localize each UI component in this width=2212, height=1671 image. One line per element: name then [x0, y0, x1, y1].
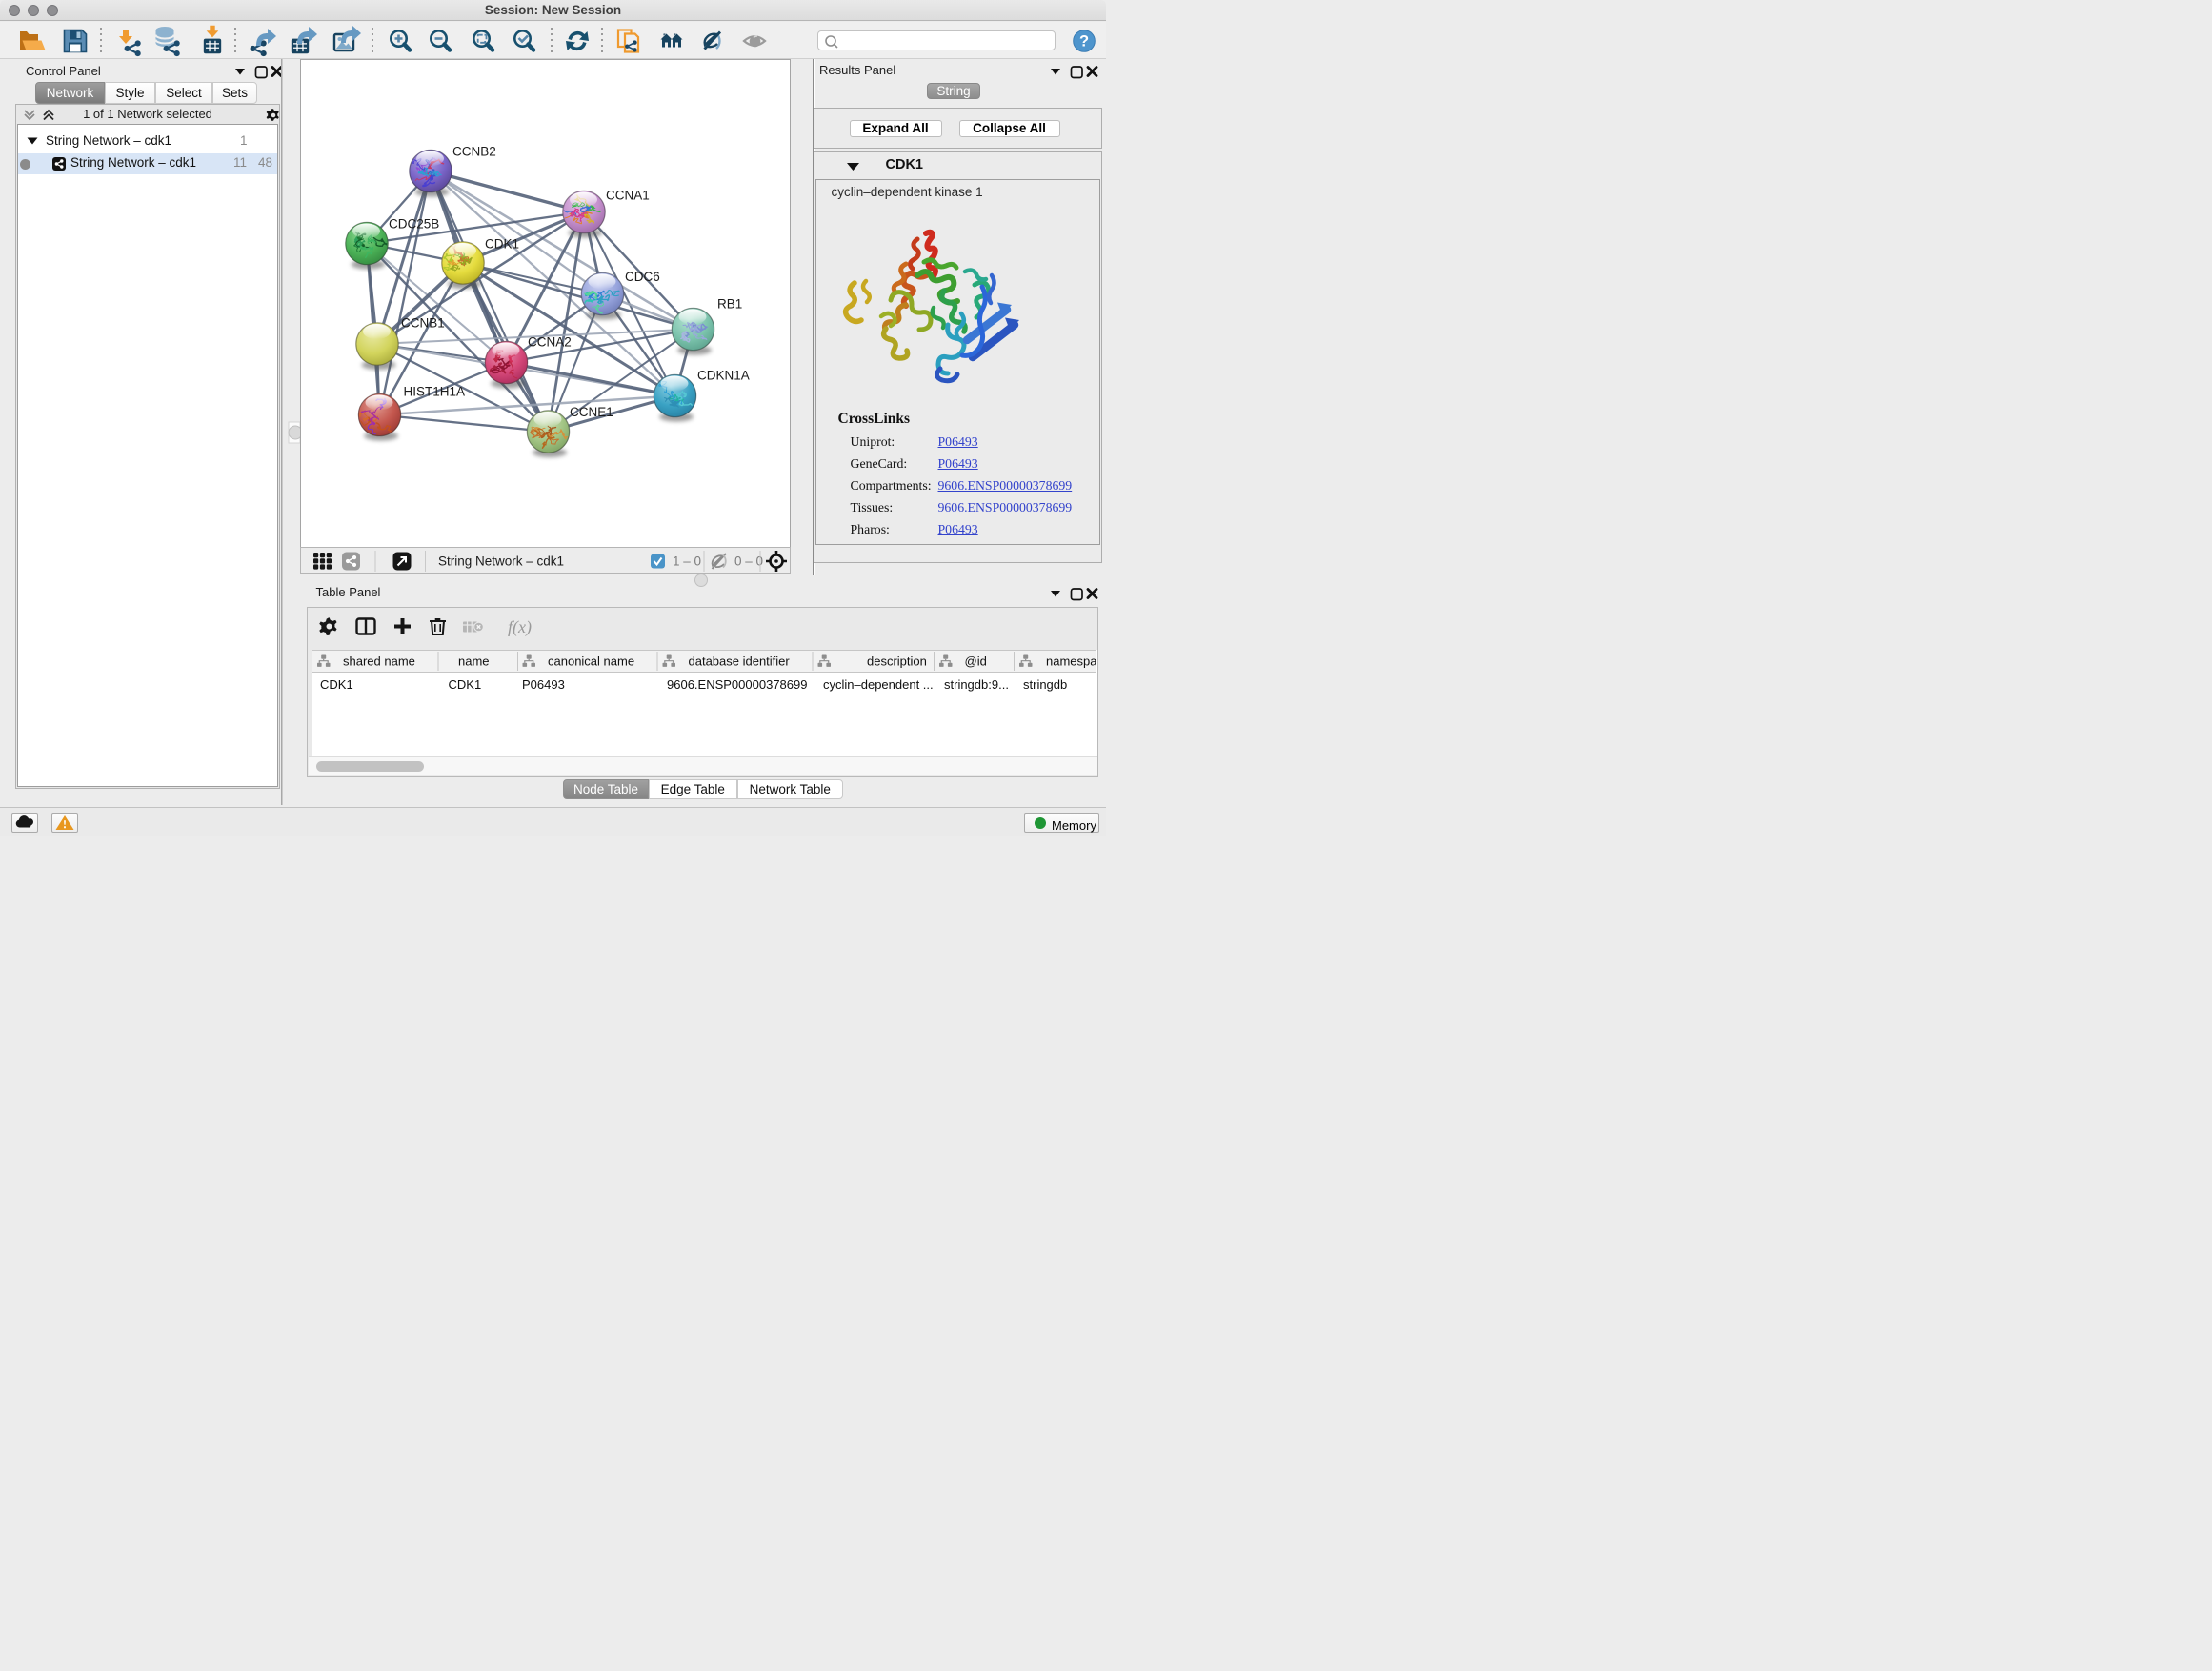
svg-text:HIST1H1A: HIST1H1A: [404, 384, 466, 398]
svg-text:CCNA1: CCNA1: [606, 188, 650, 202]
svg-text:RB1: RB1: [717, 296, 742, 311]
svg-text:@id: @id: [965, 654, 987, 668]
svg-text:CDC6: CDC6: [625, 270, 660, 284]
svg-text:database identifier: database identifier: [689, 654, 791, 668]
svg-text:CCNB1: CCNB1: [401, 315, 445, 330]
svg-text:f(x): f(x): [508, 617, 532, 637]
svg-text:CCNE1: CCNE1: [570, 405, 613, 419]
svg-text:description: description: [867, 654, 927, 668]
svg-text:stringdb: stringdb: [1023, 677, 1067, 692]
svg-text:String Network – cdk1: String Network – cdk1: [438, 554, 564, 568]
svg-text:name: name: [458, 654, 490, 668]
svg-text:0 – 0: 0 – 0: [734, 554, 763, 568]
svg-text:CCNB2: CCNB2: [452, 144, 496, 158]
svg-text:9606.ENSP00000378699: 9606.ENSP00000378699: [667, 677, 807, 692]
svg-text:?: ?: [1079, 32, 1089, 50]
svg-text:canonical name: canonical name: [548, 654, 634, 668]
svg-text:namespac: namespac: [1046, 654, 1096, 668]
svg-text:CDK1: CDK1: [485, 236, 519, 251]
svg-text:P06493: P06493: [522, 677, 565, 692]
svg-text:CDK1: CDK1: [449, 677, 482, 692]
svg-text:CDKN1A: CDKN1A: [697, 368, 750, 382]
svg-text:CCNA2: CCNA2: [528, 334, 572, 349]
svg-text:cyclin–dependent ...: cyclin–dependent ...: [823, 677, 934, 692]
svg-text:stringdb:9...: stringdb:9...: [944, 677, 1009, 692]
svg-text:shared name: shared name: [343, 654, 415, 668]
svg-text:CDC25B: CDC25B: [389, 216, 439, 231]
svg-text:1 – 0: 1 – 0: [673, 554, 701, 568]
svg-text:CDK1: CDK1: [320, 677, 353, 692]
